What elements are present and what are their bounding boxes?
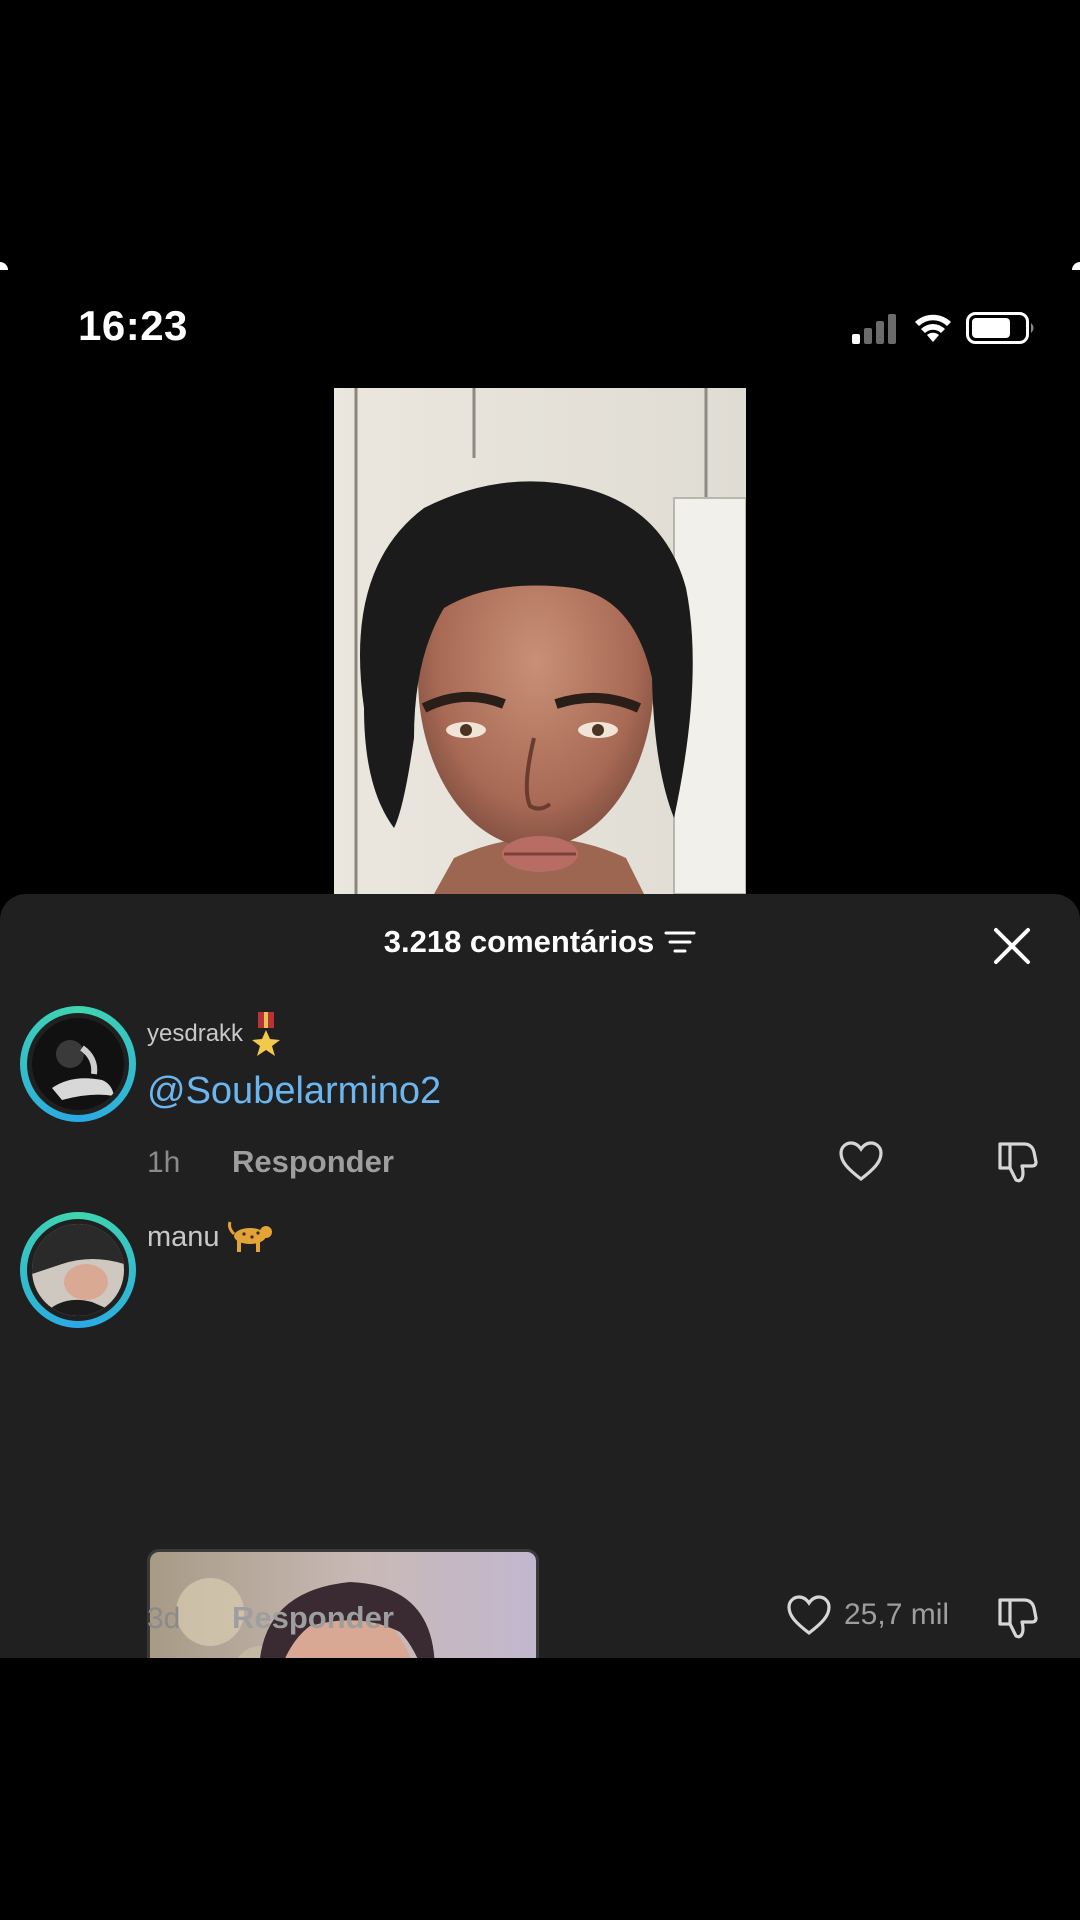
screen: 16:23 3.218 comentários yesdrakk @Soubel… <box>0 0 1080 1920</box>
avatar[interactable] <box>20 1006 136 1122</box>
reply-button[interactable]: Responder <box>232 1600 394 1636</box>
status-time: 16:23 <box>78 302 188 349</box>
comments-count-title: 3.218 comentários <box>383 924 655 959</box>
comment-text[interactable]: @Soubelarmino2 <box>147 1070 441 1113</box>
comment-time: 3d <box>147 1602 181 1635</box>
dislike-icon[interactable] <box>994 1594 1040 1640</box>
heart-icon <box>787 1595 831 1636</box>
like-button[interactable]: 25,7 mil <box>786 1594 949 1636</box>
comment-username[interactable]: manu <box>147 1220 274 1254</box>
like-count: 25,7 mil <box>844 1598 950 1631</box>
comments-header: 3.218 comentários <box>0 894 1080 994</box>
filter-icon[interactable] <box>664 928 696 956</box>
avatar[interactable] <box>20 1212 136 1328</box>
video-thumbnail <box>334 388 746 894</box>
comment-time: 1h <box>147 1146 181 1179</box>
like-button[interactable] <box>838 1140 884 1182</box>
signal-icon <box>852 314 896 344</box>
video-frame[interactable] <box>334 388 746 894</box>
status-bar: 16:23 <box>0 262 1080 392</box>
leopard-icon <box>227 1221 272 1252</box>
app-frame: 16:23 3.218 comentários yesdrakk @Soubel… <box>0 262 1080 1658</box>
dislike-icon[interactable] <box>994 1138 1040 1184</box>
medal-icon <box>252 1012 281 1056</box>
comment-username[interactable]: yesdrakk <box>147 1012 281 1056</box>
reply-button[interactable]: Responder <box>232 1144 394 1180</box>
battery-icon <box>966 312 1034 344</box>
heart-icon <box>839 1141 883 1182</box>
wifi-icon <box>915 314 951 342</box>
comments-sheet: 3.218 comentários yesdrakk @Soubelarmino… <box>0 894 1080 1658</box>
close-icon[interactable] <box>988 922 1036 970</box>
